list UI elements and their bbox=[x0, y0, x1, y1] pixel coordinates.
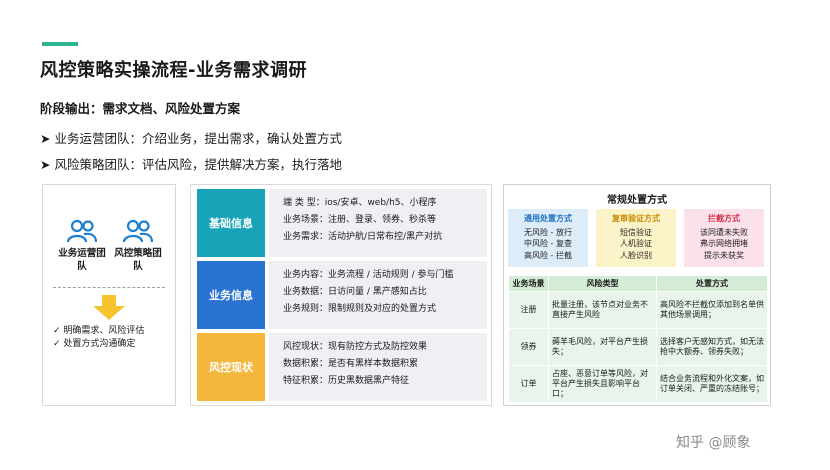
card-line: 无风险 - 放行 bbox=[524, 227, 572, 237]
info-line: 业务场景：注册、登录、领券、秒杀等 bbox=[283, 215, 437, 225]
card-title: 复审验证方式 bbox=[612, 214, 660, 223]
check-text: 明确需求、风险评估 bbox=[63, 326, 145, 336]
down-arrow-icon bbox=[93, 295, 125, 320]
table-cell: 结合业务流程和外化文案，如订单关闭、严重的冻结账号； bbox=[656, 365, 768, 403]
disposal-table: 业务场景 风险类型 处置方式 注册 批量注册，该节点对业务不直接产生风险 高风险… bbox=[508, 275, 768, 403]
info-tag: 业务信息 bbox=[197, 261, 265, 329]
info-line: 数据积累：是否有黑样本数据积累 bbox=[283, 359, 419, 369]
info-line: 业务需求：活动护航/日常布控/黑产对抗 bbox=[283, 232, 443, 242]
card-block: 拦截方式 该同遭未失败 弗示网络拥堵 提示未获奖 bbox=[684, 209, 764, 267]
card-line: 提示未获奖 bbox=[704, 250, 744, 260]
table-cell: 订单 bbox=[508, 365, 549, 403]
team-people-icon bbox=[123, 219, 153, 243]
disposal-panel: 常规处置方式 通用处置方式 无风险 - 放行 中风险 - 复查 高风险 - 拦截… bbox=[503, 184, 771, 406]
info-line: 风控现状：现有防控方式及防控效果 bbox=[283, 342, 428, 352]
info-line: 特征积累：历史黑数据黑产特征 bbox=[283, 376, 410, 386]
team-risk: 风控策略团队 bbox=[111, 219, 165, 273]
watermark: 知乎 @顾象 bbox=[676, 435, 751, 451]
bullet-text: 业务运营团队：介绍业务，提出需求，确认处置方式 bbox=[54, 131, 342, 146]
team-ops: 业务运营团队 bbox=[55, 219, 109, 273]
title-accent-bar bbox=[42, 42, 78, 46]
card-line: 人脸识别 bbox=[620, 250, 652, 260]
team-people-icon bbox=[67, 219, 97, 243]
card-title: 通用处置方式 bbox=[524, 214, 572, 223]
stage-output: 阶段输出：需求文档、风险处置方案 bbox=[40, 101, 241, 116]
column-header: 处置方式 bbox=[656, 275, 768, 292]
info-tag: 基础信息 bbox=[197, 189, 265, 257]
table-cell: 批量注册，该节点对业务不直接产生风险 bbox=[548, 291, 657, 329]
check-text: 处置方式沟通确定 bbox=[63, 339, 136, 349]
disposal-title: 常规处置方式 bbox=[607, 195, 667, 206]
card-general: 通用处置方式 无风险 - 放行 中风险 - 复查 高风险 - 拦截 bbox=[508, 209, 588, 267]
teams-panel: 业务运营团队 风控策略团队 ✓ 明确需求、风险评估 ✓ 处置方式沟通确定 bbox=[42, 184, 176, 406]
card-line: 该同遭未失败 bbox=[700, 227, 748, 237]
info-body: 风控现状：现有防控方式及防控效果 数据积累：是否有黑样本数据积累 特征积累：历史… bbox=[269, 333, 487, 401]
info-row-basic: 基础信息 端 类 型：ios/安卓、web/h5、小程序 业务场景：注册、登录、… bbox=[197, 189, 487, 257]
info-tag: 风控现状 bbox=[197, 333, 265, 401]
bullet-risk-team: ➤ 风险策略团队：评估风险，提供解决方案，执行落地 bbox=[40, 154, 342, 173]
info-body: 端 类 型：ios/安卓、web/h5、小程序 业务场景：注册、登录、领券、秒杀… bbox=[269, 189, 487, 257]
page-title: 风控策略实操流程-业务需求调研 bbox=[40, 60, 307, 81]
arrow-bullet-icon: ➤ bbox=[40, 157, 51, 172]
table-cell: 高风险不拦截仅添加到名单供其他场景调用； bbox=[656, 291, 768, 329]
table-row: 领券 薅羊毛风险，对平台产生损失； 选择客户无感知方式，如无法抢中大额券、领券失… bbox=[508, 328, 768, 366]
arrow-bullet-icon: ➤ bbox=[40, 131, 51, 146]
table-row: 注册 批量注册，该节点对业务不直接产生风险 高风险不拦截仅添加到名单供其他场景调… bbox=[508, 291, 768, 329]
info-line: 业务规则：限制规则及对应的处置方式 bbox=[283, 304, 437, 314]
table-header-row: 业务场景 风险类型 处置方式 bbox=[508, 275, 768, 292]
card-line: 弗示网络拥堵 bbox=[700, 239, 748, 248]
table-cell: 领券 bbox=[508, 328, 549, 366]
card-title: 拦截方式 bbox=[708, 214, 740, 223]
column-header: 风险类型 bbox=[548, 275, 657, 292]
check-item: ✓ 明确需求、风险评估 bbox=[53, 326, 145, 336]
team-ops-label: 业务运营团队 bbox=[58, 248, 106, 272]
table-cell: 选择客户无感知方式，如无法抢中大额券、领券失败； bbox=[656, 328, 768, 366]
info-panel: 基础信息 端 类 型：ios/安卓、web/h5、小程序 业务场景：注册、登录、… bbox=[190, 184, 492, 406]
table-cell: 占座、恶意订单等风险，对平台产生损失且影响平台口； bbox=[548, 365, 657, 403]
info-row-risk: 风控现状 风控现状：现有防控方式及防控效果 数据积累：是否有黑样本数据积累 特征… bbox=[197, 333, 487, 401]
column-header: 业务场景 bbox=[508, 275, 549, 292]
table-row: 订单 占座、恶意订单等风险，对平台产生损失且影响平台口； 结合业务流程和外化文案… bbox=[508, 365, 768, 403]
table-cell: 注册 bbox=[508, 291, 549, 329]
card-line: 短信验证 bbox=[620, 227, 652, 237]
card-line: 人机验证 bbox=[620, 239, 652, 248]
card-line: 中风险 - 复查 bbox=[524, 239, 572, 248]
bullet-ops-team: ➤ 业务运营团队：介绍业务，提出需求，确认处置方式 bbox=[40, 128, 342, 147]
team-risk-label: 风控策略团队 bbox=[114, 248, 162, 272]
table-cell: 薅羊毛风险，对平台产生损失； bbox=[548, 328, 657, 366]
dashed-divider bbox=[53, 287, 165, 288]
card-verify: 复审验证方式 短信验证 人机验证 人脸识别 bbox=[596, 209, 676, 267]
check-item: ✓ 处置方式沟通确定 bbox=[53, 339, 136, 349]
check-list: ✓ 明确需求、风险评估 ✓ 处置方式沟通确定 bbox=[53, 325, 144, 351]
bullet-text: 风险策略团队：评估风险，提供解决方案，执行落地 bbox=[54, 157, 342, 172]
info-body: 业务内容：业务流程 / 活动规则 / 参与门槛 业务数据：日访问量 / 黑产感知… bbox=[269, 261, 487, 329]
card-line: 高风险 - 拦截 bbox=[524, 250, 572, 260]
info-line: 业务数据：日访问量 / 黑产感知占比 bbox=[283, 287, 427, 297]
info-line: 业务内容：业务流程 / 活动规则 / 参与门槛 bbox=[283, 270, 454, 280]
info-row-business: 业务信息 业务内容：业务流程 / 活动规则 / 参与门槛 业务数据：日访问量 /… bbox=[197, 261, 487, 329]
info-line: 端 类 型：ios/安卓、web/h5、小程序 bbox=[283, 198, 437, 208]
